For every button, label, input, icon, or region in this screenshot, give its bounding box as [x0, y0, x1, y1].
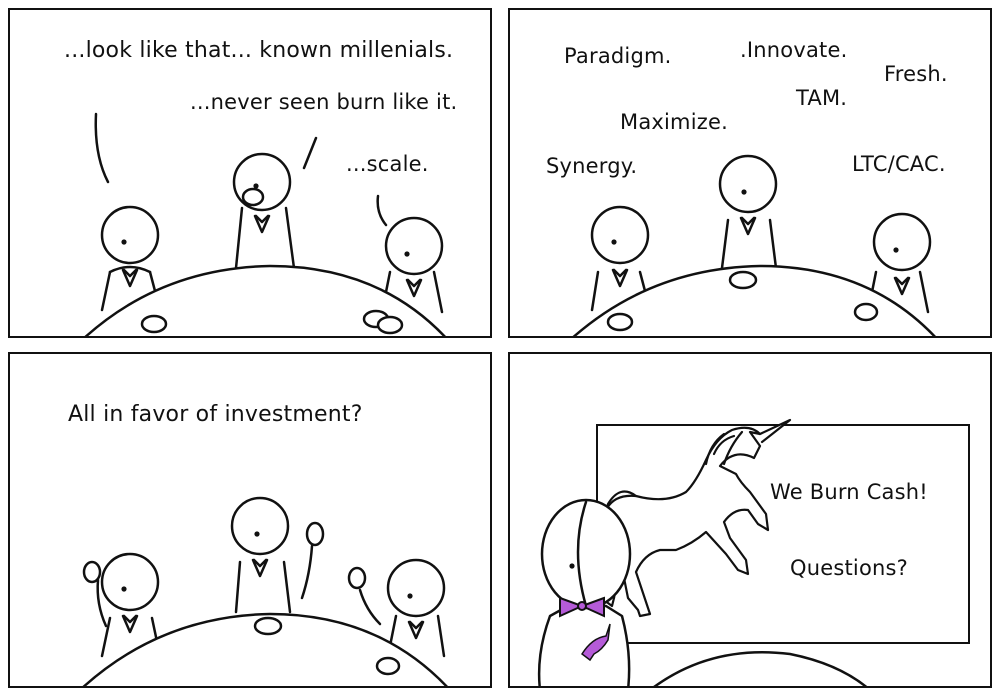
panel-4: We Burn Cash! Questions?	[508, 352, 992, 688]
speech-scale: ...scale.	[346, 152, 429, 176]
buzzword-synergy: Synergy.	[546, 154, 638, 178]
buzzword-maximize: Maximize.	[620, 110, 728, 134]
panel-2: Paradigm. .Innovate. Fresh. TAM. Maximiz…	[508, 8, 992, 338]
speech-burn: ...never seen burn like it.	[190, 90, 458, 114]
buzzword-paradigm: Paradigm.	[564, 44, 672, 68]
speech-known-millenials: ...look like that... known millenials.	[64, 38, 454, 63]
panel-3: All in favor of investment?	[8, 352, 492, 688]
buzzword-innovate: .Innovate.	[740, 38, 848, 62]
question-investment: All in favor of investment?	[68, 402, 363, 427]
unicorn-icon	[602, 418, 792, 618]
buzzword-tam: TAM.	[796, 86, 848, 110]
buzzword-fresh: Fresh.	[884, 62, 948, 86]
panel-1: ...look like that... known millenials. .…	[8, 8, 492, 338]
panel-4-drawing	[537, 418, 868, 686]
buzzword-ltc-cac: LTC/CAC.	[852, 152, 946, 176]
